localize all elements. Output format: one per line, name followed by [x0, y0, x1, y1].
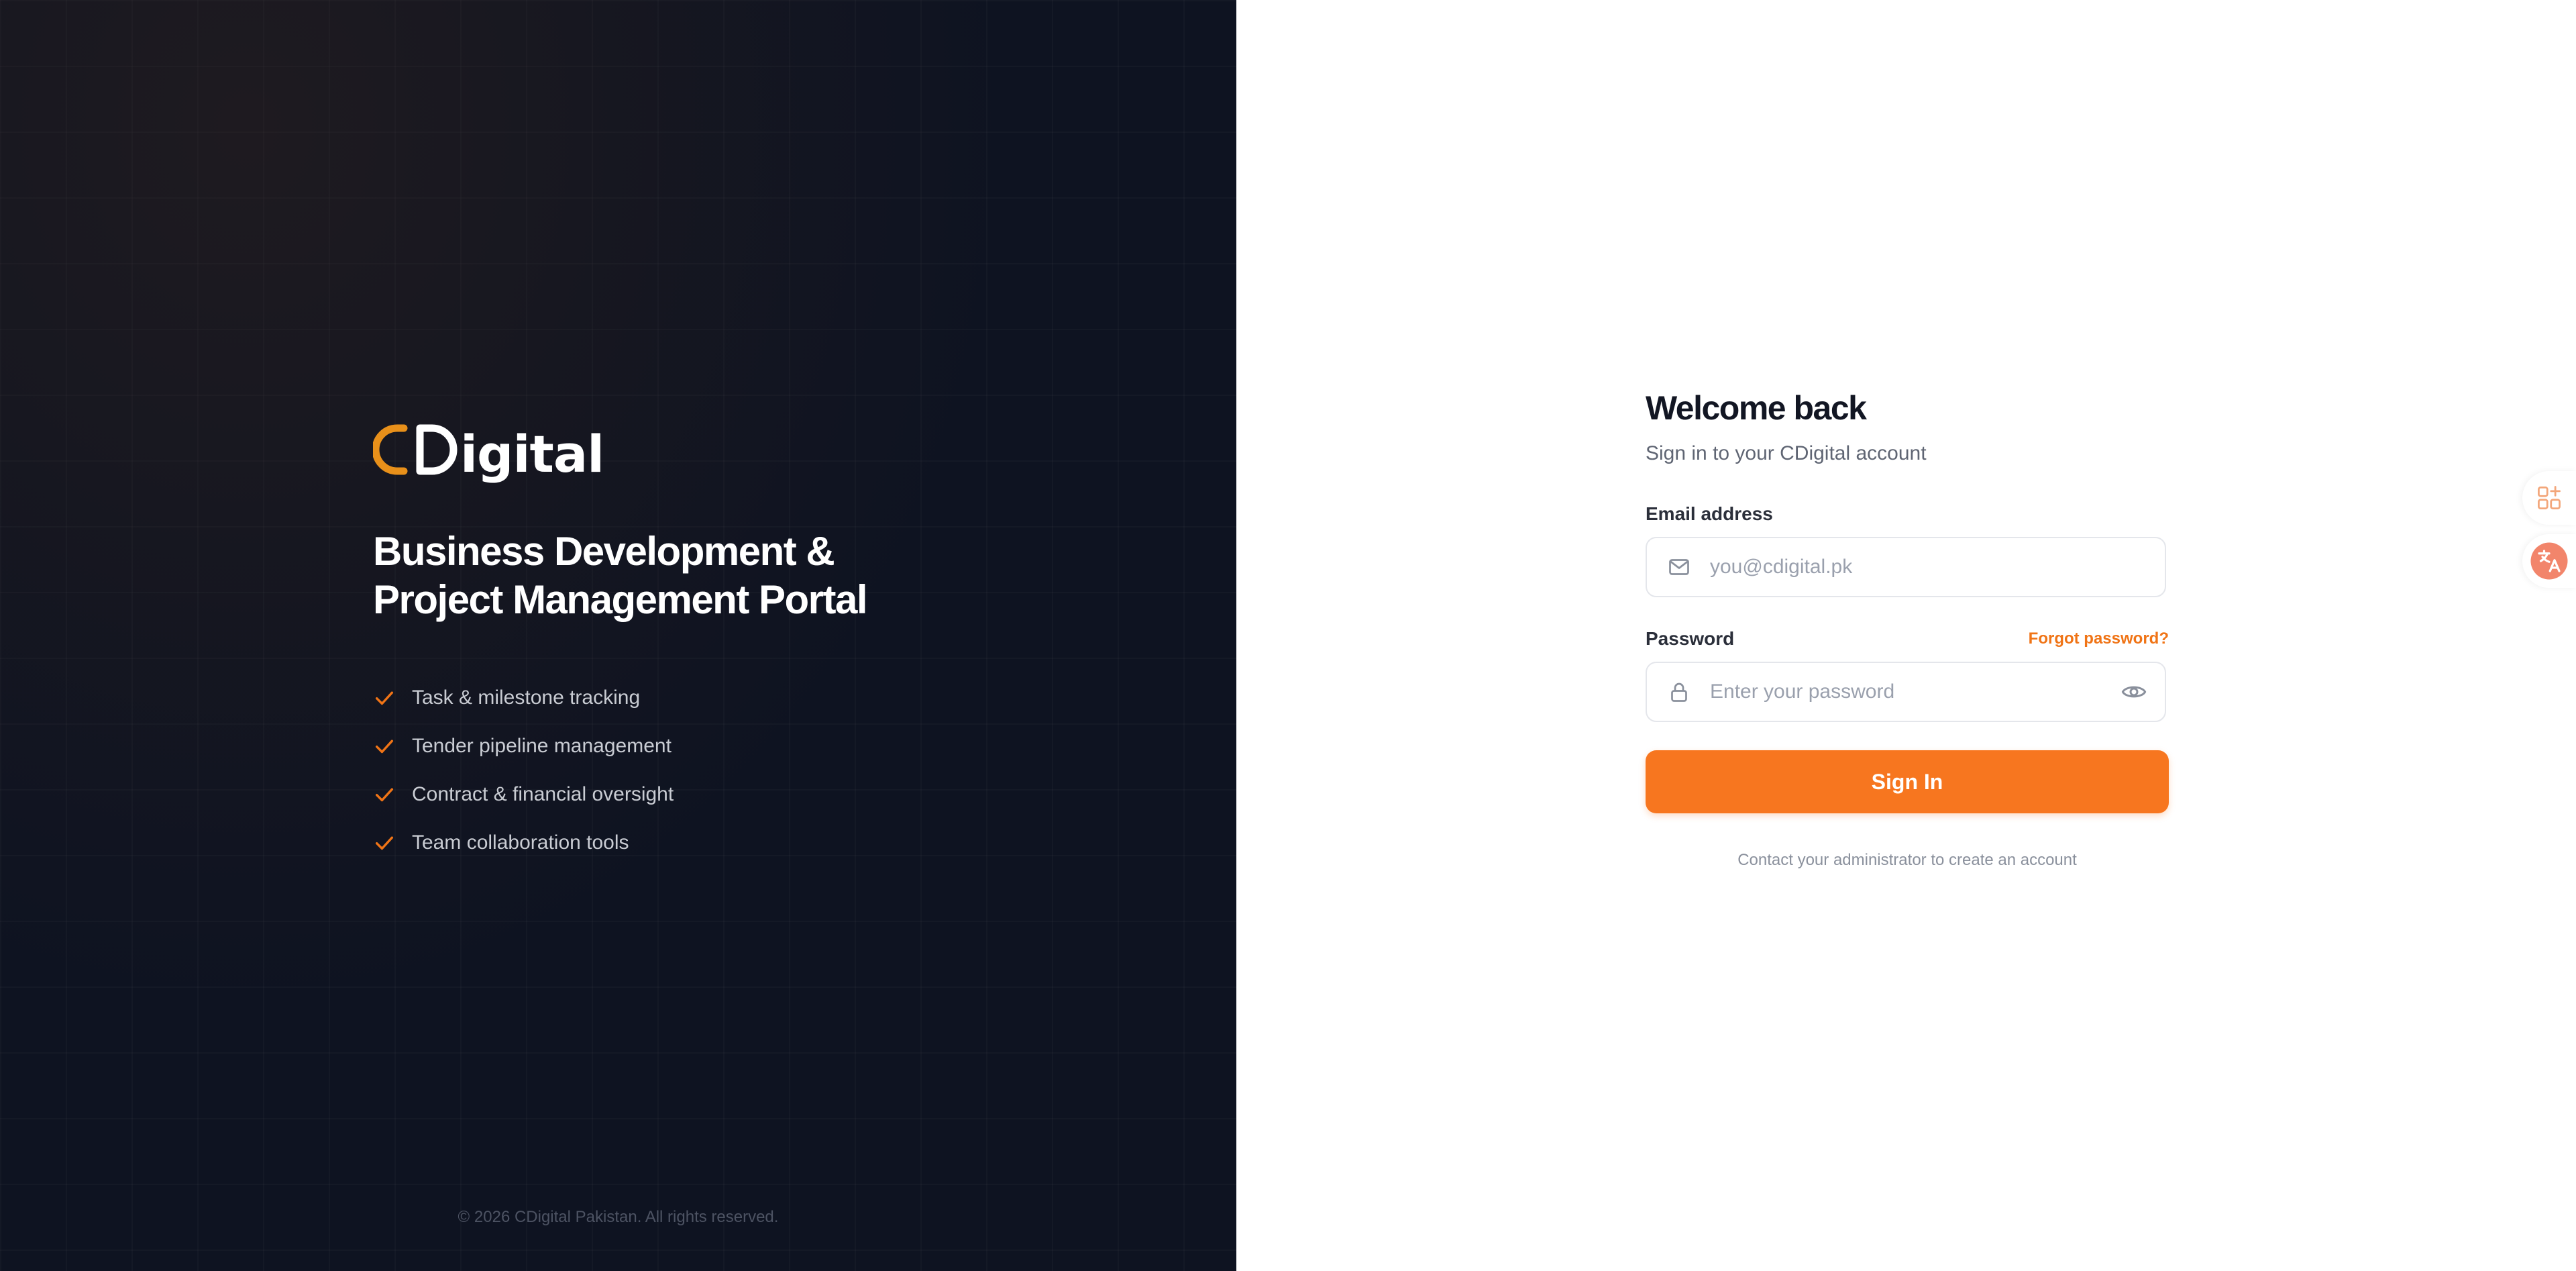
portal-title: Business Development & Project Managemen…: [373, 527, 977, 624]
feature-item: Tender pipeline management: [373, 722, 674, 770]
brand-name: igital: [460, 423, 604, 484]
password-label-row: Password Forgot password?: [1646, 625, 2169, 652]
login-form: Welcome back Sign in to your CDigital ac…: [1646, 383, 2169, 870]
contact-admin-note: Contact your administrator to create an …: [1737, 851, 2077, 869]
login-page: igital Business Development & Project Ma…: [0, 0, 2576, 1271]
copyright-footer: © 2026 CDigital Pakistan. All rights res…: [458, 1208, 779, 1226]
check-icon: [375, 740, 394, 754]
check-icon: [375, 836, 394, 850]
feature-list: Task & milestone tracking Tender pipelin…: [373, 674, 674, 867]
sign-in-button[interactable]: Sign In: [1646, 750, 2169, 813]
lock-icon: [1671, 682, 1687, 702]
password-field-wrapper: [1646, 662, 2166, 722]
feature-label: Team collaboration tools: [412, 831, 629, 854]
feature-item: Task & milestone tracking: [373, 674, 674, 722]
check-icon: [375, 691, 394, 705]
welcome-heading: Welcome back: [1646, 389, 1867, 427]
mail-icon: [1669, 559, 1689, 575]
password-label: Password: [1646, 628, 1735, 649]
feature-label: Task & milestone tracking: [412, 687, 641, 709]
check-icon: [375, 788, 394, 802]
brand-logo: igital: [373, 416, 604, 484]
translate-widget[interactable]: [2522, 534, 2576, 588]
eye-icon[interactable]: [2121, 678, 2147, 705]
feature-label: Contract & financial oversight: [412, 783, 674, 805]
portal-title-line2: Project Management Portal: [373, 577, 868, 622]
portal-title-line1: Business Development &: [373, 529, 835, 574]
translate-icon: [2530, 542, 2568, 580]
feature-item: Team collaboration tools: [373, 819, 674, 867]
apps-widget[interactable]: [2522, 471, 2576, 525]
login-subtitle: Sign in to your CDigital account: [1646, 442, 1927, 464]
email-field-wrapper: [1646, 537, 2166, 597]
hero-panel: igital Business Development & Project Ma…: [0, 0, 1236, 1271]
forgot-password-link[interactable]: Forgot password?: [2029, 625, 2169, 652]
feature-item: Contract & financial oversight: [373, 770, 674, 819]
feature-label: Tender pipeline management: [412, 735, 672, 757]
email-input[interactable]: [1709, 555, 2165, 579]
logo-mark-icon: [373, 424, 458, 475]
password-input[interactable]: [1709, 680, 2121, 704]
email-label: Email address: [1646, 503, 1773, 524]
login-panel: Welcome back Sign in to your CDigital ac…: [1236, 0, 2576, 1271]
apps-icon: [2538, 486, 2561, 509]
